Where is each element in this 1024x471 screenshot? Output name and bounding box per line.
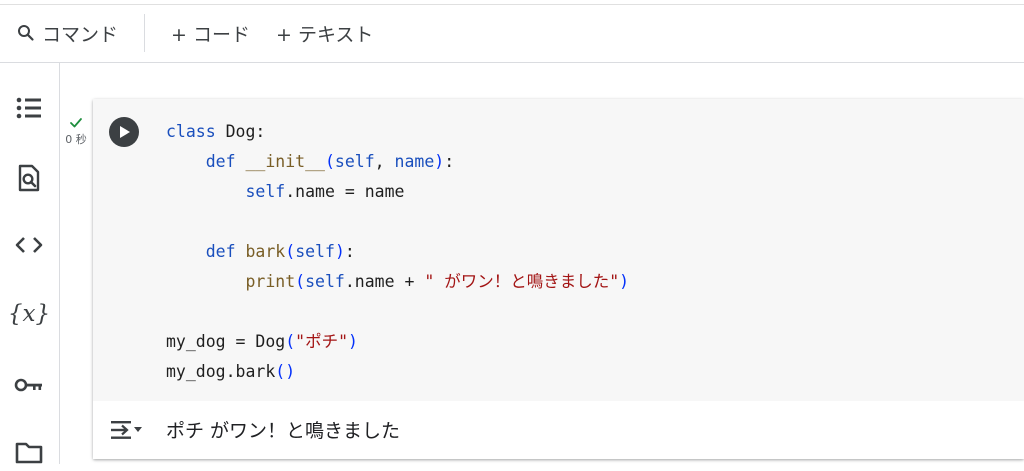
- code-line: print(self.name + " がワン！と鳴きました"): [245, 272, 630, 291]
- output-text: ポチ がワン！と鳴きました: [166, 420, 401, 442]
- variables-icon[interactable]: {x}: [7, 295, 51, 333]
- execution-status: 0 秒: [60, 114, 92, 147]
- code-line: def __init__(self, name):: [205, 152, 455, 171]
- execution-time: 0 秒: [65, 133, 87, 146]
- table-of-contents-icon[interactable]: [10, 89, 48, 127]
- code-snippets-icon[interactable]: [10, 226, 48, 264]
- search-icon: [17, 24, 35, 42]
- code-line: self.name = name: [245, 182, 405, 201]
- command-label: コマンド: [42, 23, 119, 46]
- add-text-cell-button[interactable]: + テキスト: [276, 15, 373, 51]
- find-replace-icon[interactable]: [10, 159, 48, 197]
- code-line: my_dog = Dog("ポチ"): [166, 332, 358, 351]
- left-sidebar: {x}: [0, 63, 60, 464]
- cell-output: ポチ がワン！と鳴きました: [93, 401, 1024, 459]
- code-content[interactable]: class Dog: def __init__(self, name): sel…: [166, 117, 629, 387]
- add-code-cell-button[interactable]: + コード: [171, 15, 250, 51]
- add-code-label: + コード: [171, 23, 250, 46]
- code-line: def bark(self):: [205, 242, 355, 261]
- command-palette-button[interactable]: コマンド: [17, 15, 118, 51]
- toolbar-divider: [144, 14, 146, 52]
- notebook-toolbar: コマンド + コード + テキスト: [0, 4, 1024, 63]
- run-cell-button[interactable]: [109, 117, 139, 147]
- add-text-label: + テキスト: [275, 23, 374, 46]
- play-icon: [120, 126, 130, 138]
- code-line: my_dog.bark(): [166, 362, 296, 381]
- variables-icon-label: {x}: [7, 301, 51, 327]
- files-folder-icon[interactable]: [10, 433, 48, 471]
- output-actions-icon[interactable]: [108, 417, 144, 443]
- code-cell[interactable]: class Dog: def __init__(self, name): sel…: [93, 99, 1024, 459]
- code-line: class Dog:: [166, 122, 266, 141]
- code-editor[interactable]: class Dog: def __init__(self, name): sel…: [93, 99, 1024, 401]
- secrets-key-icon[interactable]: [10, 366, 48, 404]
